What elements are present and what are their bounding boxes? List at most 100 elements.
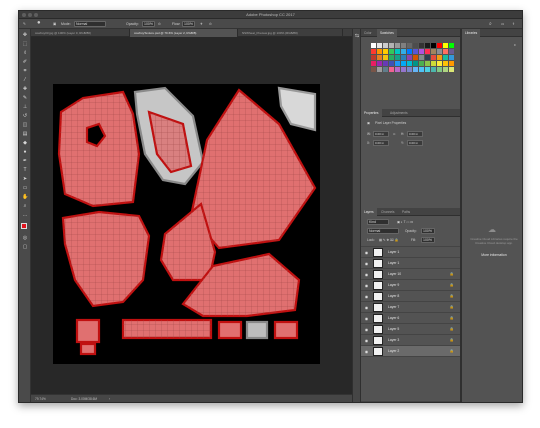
- document-canvas[interactable]: [53, 84, 320, 364]
- h-field[interactable]: 0.00 in: [407, 131, 423, 137]
- search-icon[interactable]: ⌕: [489, 21, 492, 27]
- swatches-grid[interactable]: [371, 43, 455, 77]
- filter-kind-select[interactable]: Kind: [367, 219, 389, 225]
- swatch[interactable]: [389, 61, 394, 66]
- swatch[interactable]: [437, 43, 442, 48]
- swatch[interactable]: [431, 61, 436, 66]
- swatch[interactable]: [377, 43, 382, 48]
- swatch[interactable]: [419, 55, 424, 60]
- mode-select[interactable]: Normal: [74, 21, 106, 27]
- eye-icon[interactable]: ◉: [364, 305, 369, 310]
- link-icon[interactable]: ∞: [393, 132, 395, 136]
- pen-tool-icon[interactable]: ✒: [22, 158, 28, 164]
- lock-icons[interactable]: ▦ ✎ ✥ ⌧ 🔒: [379, 238, 399, 242]
- swatch[interactable]: [449, 55, 454, 60]
- tab-layers[interactable]: Layers: [361, 208, 377, 216]
- swatch[interactable]: [449, 61, 454, 66]
- swatch[interactable]: [407, 43, 412, 48]
- swatch[interactable]: [407, 55, 412, 60]
- swatch[interactable]: [395, 67, 400, 72]
- pressure-opacity-icon[interactable]: ⊙: [158, 21, 161, 27]
- swatch[interactable]: [383, 43, 388, 48]
- eye-icon[interactable]: ◉: [364, 250, 369, 255]
- workspace-icon[interactable]: ▭: [501, 21, 504, 27]
- eye-icon[interactable]: ◉: [364, 316, 369, 321]
- swatch[interactable]: [425, 67, 430, 72]
- panel-menu-icon[interactable]: ≡: [514, 43, 516, 47]
- swatch[interactable]: [425, 43, 430, 48]
- swatch[interactable]: [401, 49, 406, 54]
- swatch[interactable]: [407, 49, 412, 54]
- layer-row[interactable]: ◉ Layer 9 🔒: [361, 280, 460, 291]
- swatch[interactable]: [443, 61, 448, 66]
- layer-opacity-input[interactable]: 100%: [421, 228, 435, 234]
- swatch[interactable]: [449, 49, 454, 54]
- swatch[interactable]: [437, 67, 442, 72]
- layer-row[interactable]: ◉ Layer 2 🔒: [361, 346, 460, 357]
- blur-tool-icon[interactable]: ◆: [22, 140, 28, 146]
- swatch[interactable]: [449, 43, 454, 48]
- swatch[interactable]: [407, 61, 412, 66]
- swatch[interactable]: [413, 49, 418, 54]
- tab-properties[interactable]: Properties: [361, 109, 382, 117]
- swatch[interactable]: [413, 55, 418, 60]
- marquee-tool-icon[interactable]: ⬚: [22, 41, 28, 47]
- swatch[interactable]: [395, 43, 400, 48]
- layer-row[interactable]: ◉ Layer 1: [361, 258, 460, 269]
- eye-icon[interactable]: ◉: [364, 327, 369, 332]
- eye-icon[interactable]: ◉: [364, 261, 369, 266]
- swatch[interactable]: [443, 43, 448, 48]
- swatch[interactable]: [443, 55, 448, 60]
- eye-icon[interactable]: ◉: [364, 338, 369, 343]
- y-field[interactable]: 0.00 in: [407, 140, 423, 146]
- opacity-input[interactable]: 100%: [142, 21, 155, 27]
- swatch[interactable]: [437, 61, 442, 66]
- swatch[interactable]: [389, 43, 394, 48]
- swatch[interactable]: [377, 61, 382, 66]
- doc-tab[interactable]: cowboy03.jpg @ 100% (Layer 0, RGB/8#): [31, 29, 130, 37]
- foreground-color-swatch[interactable]: [21, 223, 27, 229]
- brush-tool-icon[interactable]: ✎: [22, 95, 28, 101]
- layer-row[interactable]: ◉ Layer 8 🔒: [361, 291, 460, 302]
- filter-icons[interactable]: ▣ ◐ T ▭ ⊡: [397, 220, 413, 224]
- zoom-tool-icon[interactable]: ⌕: [22, 203, 28, 209]
- quick-mask-icon[interactable]: ◎: [22, 235, 28, 241]
- clone-stamp-tool-icon[interactable]: ⊥: [22, 104, 28, 110]
- swatch[interactable]: [431, 49, 436, 54]
- tab-paths[interactable]: Paths: [399, 208, 413, 216]
- brush-tool-icon[interactable]: ✎: [23, 21, 26, 27]
- swatch[interactable]: [395, 49, 400, 54]
- swatch[interactable]: [377, 55, 382, 60]
- swatch[interactable]: [431, 67, 436, 72]
- swatch[interactable]: [437, 55, 442, 60]
- swatch[interactable]: [401, 67, 406, 72]
- swatch[interactable]: [383, 49, 388, 54]
- swatch[interactable]: [371, 67, 376, 72]
- swatch[interactable]: [419, 61, 424, 66]
- healing-brush-tool-icon[interactable]: ✚: [22, 86, 28, 92]
- brush-panel-icon[interactable]: ▣: [53, 21, 56, 27]
- swatch[interactable]: [389, 67, 394, 72]
- swatch[interactable]: [419, 49, 424, 54]
- swatch[interactable]: [371, 49, 376, 54]
- tab-libraries[interactable]: Libraries: [462, 29, 481, 37]
- flow-input[interactable]: 100%: [182, 21, 195, 27]
- hand-tool-icon[interactable]: ✋: [22, 194, 28, 200]
- fill-input[interactable]: 100%: [421, 237, 435, 243]
- history-brush-tool-icon[interactable]: ↺: [22, 113, 28, 119]
- brush-preset-picker[interactable]: ●: [37, 20, 41, 27]
- swatch[interactable]: [389, 49, 394, 54]
- crop-tool-icon[interactable]: ⌗: [22, 68, 28, 74]
- swatch[interactable]: [419, 67, 424, 72]
- eye-icon[interactable]: ◉: [364, 283, 369, 288]
- swatch[interactable]: [431, 55, 436, 60]
- swatch[interactable]: [431, 43, 436, 48]
- share-icon[interactable]: ⇪: [512, 21, 515, 27]
- swatch[interactable]: [377, 67, 382, 72]
- eyedropper-tool-icon[interactable]: ⁄: [22, 77, 28, 83]
- swatch[interactable]: [413, 43, 418, 48]
- layer-row[interactable]: ◉ Layer 1: [361, 247, 460, 258]
- swatch[interactable]: [377, 49, 382, 54]
- swatch[interactable]: [389, 55, 394, 60]
- type-tool-icon[interactable]: T: [22, 167, 28, 173]
